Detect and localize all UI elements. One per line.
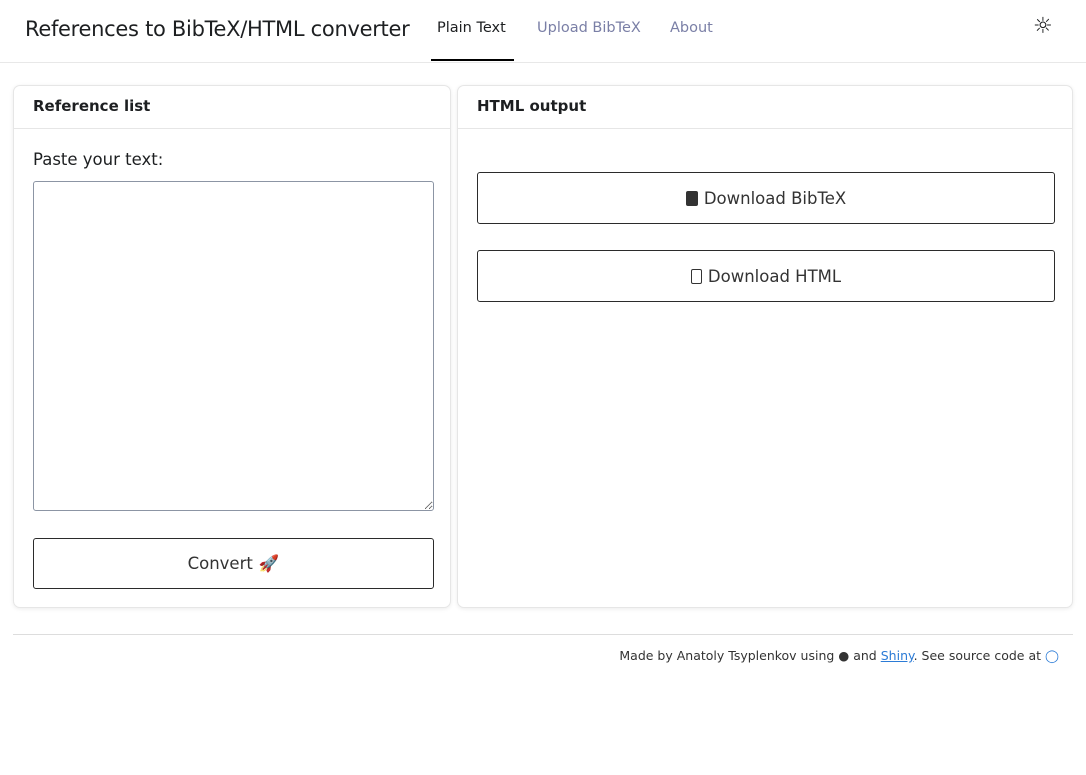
reference-textarea[interactable] xyxy=(33,181,434,511)
card-title: Reference list xyxy=(14,86,450,129)
footer-text: and xyxy=(853,648,877,663)
tab-plain-text[interactable]: Plain Text xyxy=(437,20,506,36)
footer-text: Made by Anatoly Tsyplenkov using xyxy=(619,648,835,663)
tab-upload-bibtex[interactable]: Upload BibTeX xyxy=(537,20,641,36)
file-code-icon xyxy=(690,268,702,284)
footer-text: . See source code at xyxy=(913,648,1042,663)
book-icon xyxy=(685,190,698,206)
download-bibtex-label: Download BibTeX xyxy=(703,188,847,208)
footer-divider xyxy=(13,634,1073,635)
app-title: References to BibTeX/HTML converter xyxy=(25,17,410,41)
download-bibtex-button[interactable]: Download BibTeX xyxy=(477,172,1055,224)
tab-about[interactable]: About xyxy=(670,20,713,36)
navbar: References to BibTeX/HTML converter Plai… xyxy=(0,0,1086,63)
sun-icon[interactable]: ☼ xyxy=(1033,14,1053,39)
github-icon[interactable]: ◯ xyxy=(1045,648,1059,663)
reference-list-card: Reference list Paste your text: Convert … xyxy=(13,85,451,608)
rocket-icon: 🚀 xyxy=(258,553,280,573)
download-html-button[interactable]: Download HTML xyxy=(477,250,1055,302)
download-html-label: Download HTML xyxy=(707,266,842,286)
shiny-link[interactable]: Shiny xyxy=(881,648,914,663)
card-title: HTML output xyxy=(458,86,1072,129)
convert-button[interactable]: Convert 🚀 xyxy=(33,538,434,589)
python-icon: ● xyxy=(838,648,850,663)
html-output-card: HTML output Download BibTeX Download HTM… xyxy=(457,85,1073,608)
active-tab-indicator xyxy=(431,59,514,61)
footer: Made by Anatoly Tsyplenkov using ● and S… xyxy=(619,648,1059,663)
paste-label: Paste your text: xyxy=(33,150,164,169)
convert-label: Convert xyxy=(187,554,253,573)
